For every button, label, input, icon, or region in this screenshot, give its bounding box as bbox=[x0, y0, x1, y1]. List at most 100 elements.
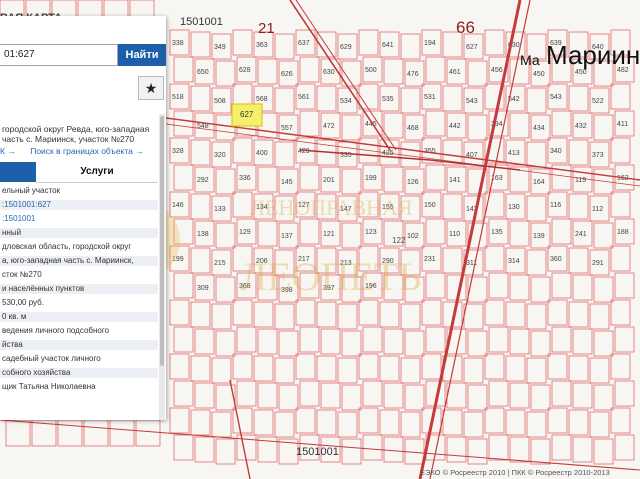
parcel[interactable] bbox=[211, 357, 232, 384]
parcel[interactable] bbox=[442, 85, 463, 112]
parcel[interactable] bbox=[337, 303, 358, 330]
parcel[interactable] bbox=[425, 326, 446, 353]
parcel[interactable] bbox=[526, 249, 547, 276]
parcel[interactable] bbox=[551, 218, 572, 245]
parcel[interactable] bbox=[614, 326, 635, 353]
parcel[interactable] bbox=[568, 139, 589, 166]
parcel[interactable] bbox=[509, 382, 530, 409]
parcel[interactable] bbox=[194, 382, 215, 409]
parcel[interactable] bbox=[274, 141, 295, 168]
parcel[interactable] bbox=[337, 411, 358, 438]
parcel[interactable] bbox=[425, 218, 446, 245]
parcel[interactable] bbox=[404, 384, 425, 411]
parcel[interactable] bbox=[551, 110, 572, 137]
parcel[interactable] bbox=[593, 384, 614, 411]
parcel[interactable] bbox=[358, 407, 379, 434]
parcel[interactable] bbox=[341, 114, 362, 141]
parcel[interactable] bbox=[526, 195, 547, 222]
parcel[interactable] bbox=[379, 409, 400, 436]
parcel[interactable] bbox=[173, 56, 194, 83]
parcel[interactable] bbox=[467, 330, 488, 357]
parcel[interactable] bbox=[295, 353, 316, 380]
parcel[interactable] bbox=[526, 303, 547, 330]
parcel[interactable] bbox=[400, 33, 421, 60]
tab-info[interactable] bbox=[0, 162, 36, 182]
parcel[interactable] bbox=[610, 137, 631, 164]
parcel[interactable] bbox=[257, 328, 278, 355]
parcel[interactable] bbox=[232, 353, 253, 380]
parcel[interactable] bbox=[421, 353, 442, 380]
parcel[interactable] bbox=[614, 380, 635, 407]
parcel[interactable] bbox=[278, 330, 299, 357]
parcel[interactable] bbox=[341, 222, 362, 249]
parcel[interactable] bbox=[257, 58, 278, 85]
parcel[interactable] bbox=[463, 303, 484, 330]
parcel[interactable] bbox=[467, 438, 488, 465]
parcel[interactable] bbox=[526, 411, 547, 438]
parcel[interactable] bbox=[526, 141, 547, 168]
parcel[interactable] bbox=[509, 436, 530, 463]
parcel[interactable] bbox=[173, 164, 194, 191]
parcel[interactable] bbox=[509, 328, 530, 355]
parcel[interactable] bbox=[190, 355, 211, 382]
parcel[interactable] bbox=[257, 220, 278, 247]
parcel[interactable] bbox=[215, 222, 236, 249]
scrollbar-thumb[interactable] bbox=[160, 116, 164, 366]
parcel[interactable] bbox=[421, 299, 442, 326]
parcel[interactable] bbox=[379, 355, 400, 382]
parcel[interactable] bbox=[572, 274, 593, 301]
parcel[interactable] bbox=[400, 411, 421, 438]
parcel[interactable] bbox=[274, 411, 295, 438]
parcel[interactable] bbox=[593, 276, 614, 303]
parcel[interactable] bbox=[446, 436, 467, 463]
parcel[interactable] bbox=[568, 355, 589, 382]
parcel[interactable] bbox=[547, 407, 568, 434]
search-in-bounds-link[interactable]: Поиск в границах объекта → bbox=[30, 146, 144, 156]
parcel[interactable] bbox=[572, 382, 593, 409]
parcel[interactable] bbox=[589, 357, 610, 384]
parcel[interactable] bbox=[610, 191, 631, 218]
parcel[interactable] bbox=[467, 60, 488, 87]
parcel[interactable] bbox=[341, 330, 362, 357]
parcel[interactable] bbox=[568, 85, 589, 112]
parcel[interactable] bbox=[488, 380, 509, 407]
parcel[interactable] bbox=[83, 419, 109, 447]
parcel[interactable] bbox=[400, 87, 421, 114]
parcel[interactable] bbox=[383, 328, 404, 355]
parcel[interactable] bbox=[463, 357, 484, 384]
parcel[interactable] bbox=[400, 357, 421, 384]
parcel[interactable] bbox=[551, 434, 572, 461]
parcel[interactable] bbox=[526, 87, 547, 114]
parcel[interactable] bbox=[358, 353, 379, 380]
parcel[interactable] bbox=[551, 326, 572, 353]
parcel[interactable] bbox=[467, 384, 488, 411]
info-row[interactable]: :1501001:627 bbox=[0, 200, 158, 210]
parcel[interactable] bbox=[173, 380, 194, 407]
parcel[interactable] bbox=[383, 166, 404, 193]
parcel[interactable] bbox=[530, 276, 551, 303]
parcel[interactable] bbox=[400, 303, 421, 330]
parcel[interactable] bbox=[236, 326, 257, 353]
parcel[interactable] bbox=[194, 328, 215, 355]
parcel[interactable] bbox=[341, 168, 362, 195]
parcel[interactable] bbox=[400, 141, 421, 168]
parcel[interactable] bbox=[463, 411, 484, 438]
parcel[interactable] bbox=[341, 438, 362, 465]
parcel[interactable] bbox=[425, 110, 446, 137]
parcel[interactable] bbox=[316, 409, 337, 436]
parcel[interactable] bbox=[232, 299, 253, 326]
parcel[interactable] bbox=[610, 407, 631, 434]
parcel[interactable] bbox=[211, 411, 232, 438]
parcel[interactable] bbox=[593, 222, 614, 249]
parcel[interactable] bbox=[135, 419, 161, 447]
parcel[interactable] bbox=[484, 245, 505, 272]
parcel[interactable] bbox=[488, 326, 509, 353]
parcel[interactable] bbox=[383, 382, 404, 409]
parcel[interactable] bbox=[589, 303, 610, 330]
parcel[interactable] bbox=[526, 357, 547, 384]
parcel[interactable] bbox=[610, 245, 631, 272]
parcel[interactable] bbox=[551, 380, 572, 407]
parcel[interactable] bbox=[278, 384, 299, 411]
parcel[interactable] bbox=[215, 438, 236, 465]
parcel[interactable] bbox=[610, 299, 631, 326]
